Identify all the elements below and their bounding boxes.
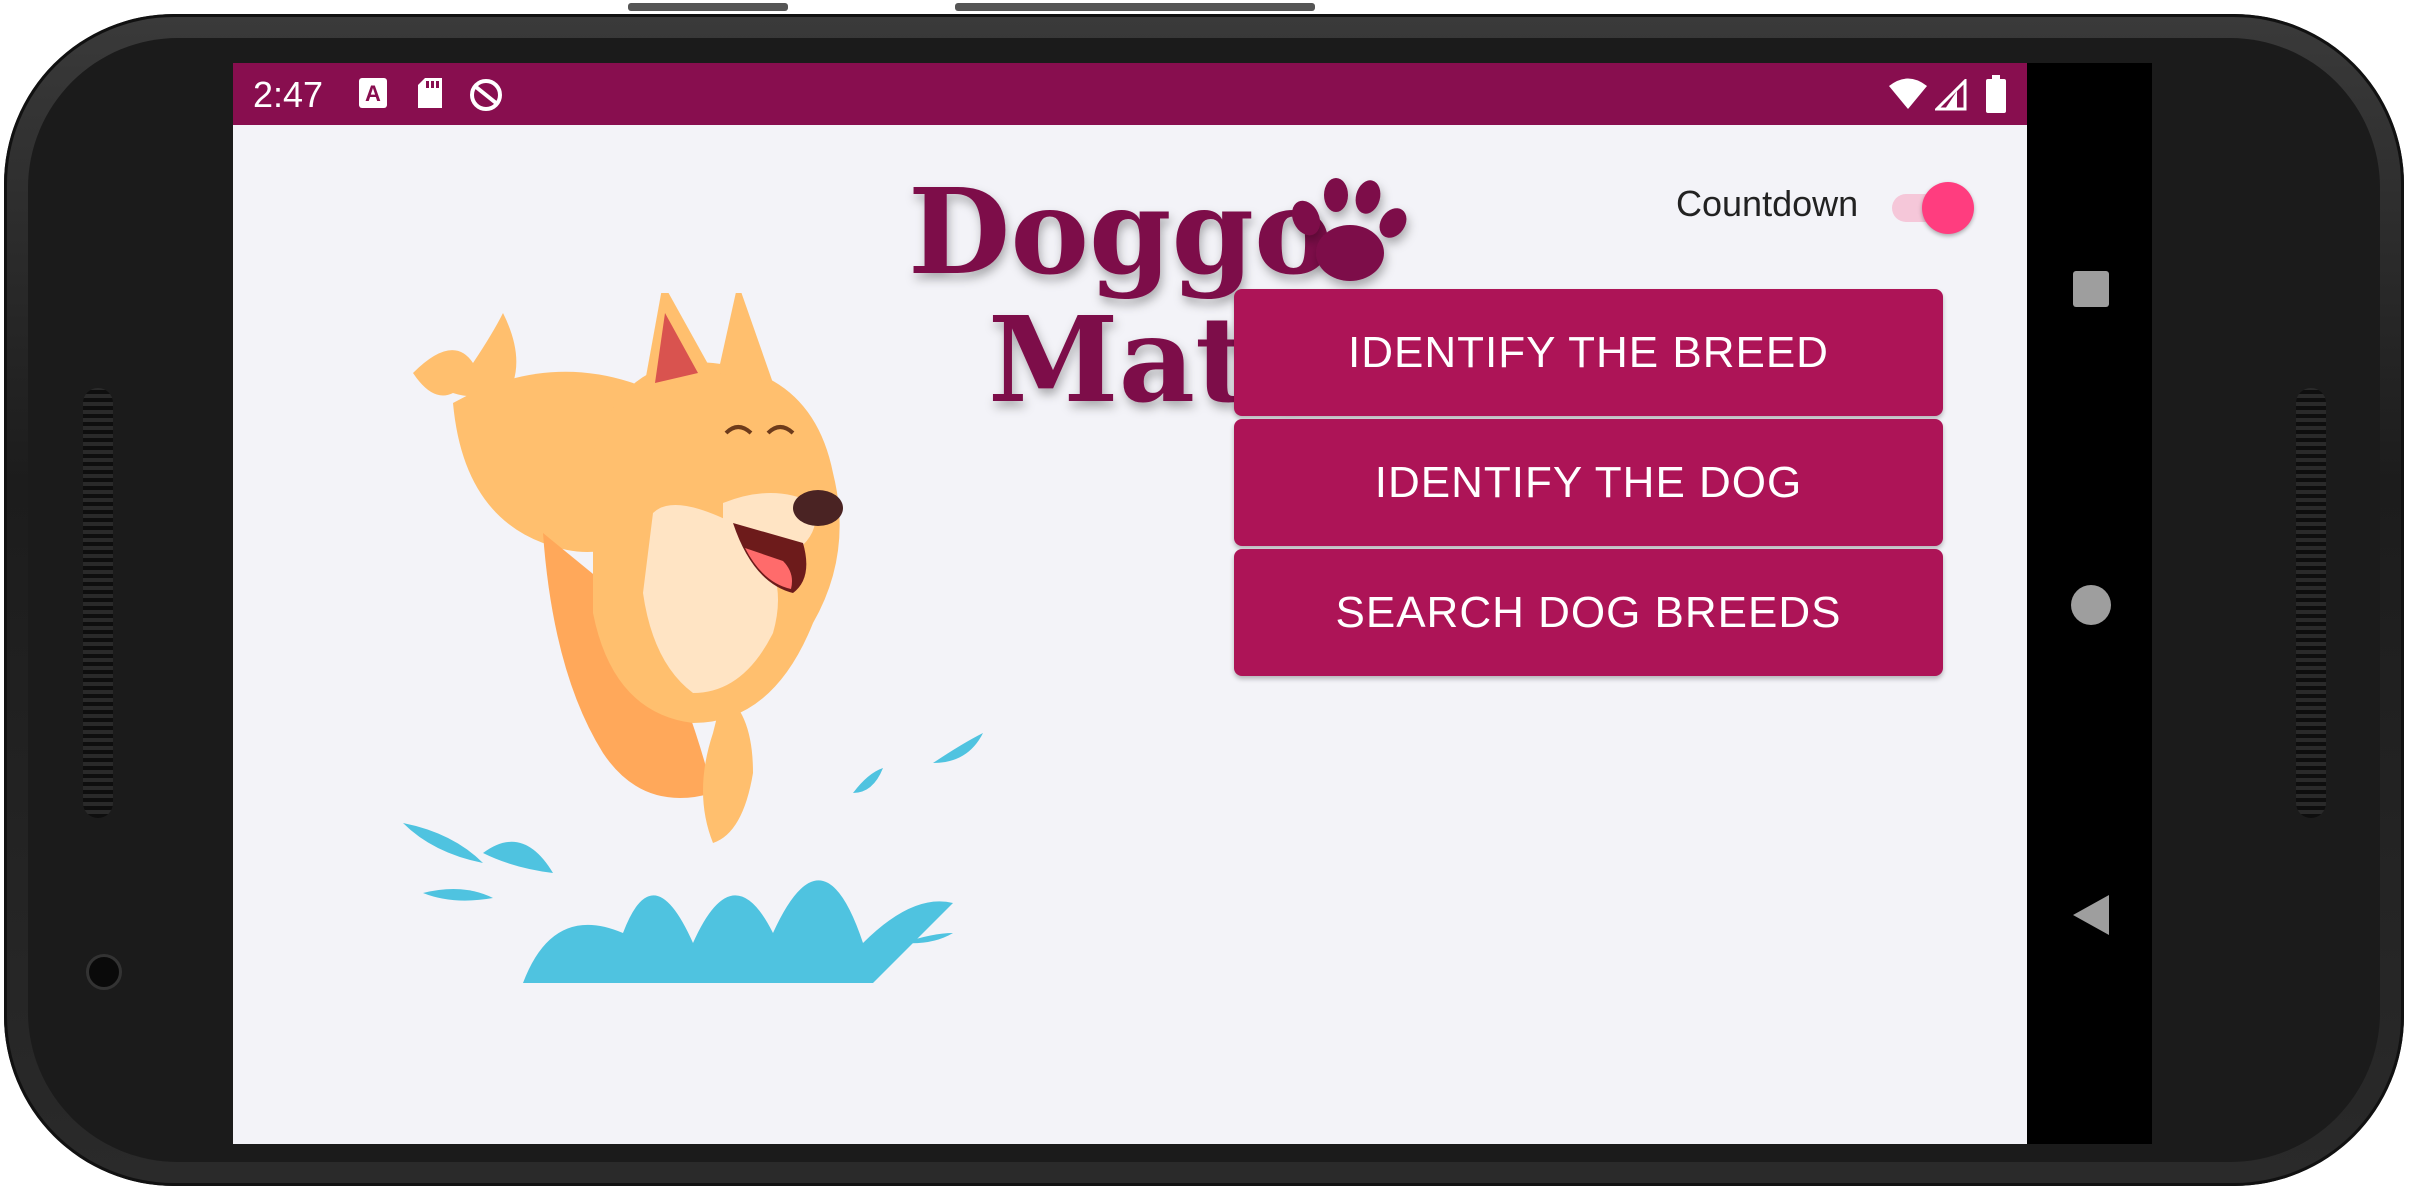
- volume-button: [628, 3, 788, 11]
- sd-card-icon: [418, 78, 442, 108]
- navigation-bar: [2027, 63, 2152, 1144]
- search-dog-breeds-button[interactable]: SEARCH DOG BREEDS: [1234, 549, 1943, 676]
- power-button: [955, 3, 1315, 11]
- switch-thumb: [1922, 182, 1974, 234]
- wifi-icon: [1889, 78, 1927, 109]
- identify-breed-button[interactable]: IDENTIFY THE BREED: [1234, 289, 1943, 416]
- back-triangle-icon[interactable]: [2071, 893, 2111, 937]
- app-screen: 2:47 A Doggo Match Countdown IDENTIFY TH…: [233, 63, 2027, 1144]
- identify-dog-button[interactable]: IDENTIFY THE DOG: [1234, 419, 1943, 546]
- a-notification-icon: A: [359, 78, 387, 108]
- dog-splash-illustration: [403, 293, 983, 983]
- countdown-switch[interactable]: [1892, 178, 1974, 238]
- status-bar: 2:47 A: [233, 63, 2027, 125]
- sync-icon: [470, 79, 502, 111]
- home-circle-icon[interactable]: [2071, 585, 2111, 625]
- battery-icon: [1986, 75, 2006, 113]
- recents-square-icon[interactable]: [2073, 271, 2109, 307]
- logo-text-doggo: Doggo: [908, 163, 1333, 301]
- front-camera-icon: [86, 954, 122, 990]
- right-speaker-grille: [2296, 388, 2326, 818]
- status-time: 2:47: [253, 74, 324, 115]
- left-speaker-grille: [83, 388, 113, 818]
- signal-icon: [1935, 79, 1967, 111]
- svg-text:A: A: [365, 81, 381, 106]
- countdown-label: Countdown: [1676, 183, 1859, 224]
